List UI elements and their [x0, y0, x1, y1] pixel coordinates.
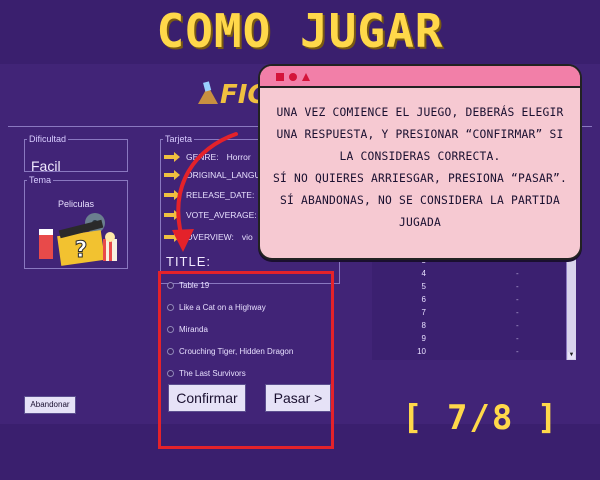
- page-title: COMO JUGAR: [156, 4, 444, 58]
- highlight-box: [158, 271, 334, 449]
- ranking-position: 5: [421, 282, 426, 291]
- ranking-position: 10: [417, 347, 426, 356]
- ranking-position: 9: [421, 334, 426, 343]
- ranking-row: 8 -: [372, 321, 562, 334]
- ranking-position: 7: [421, 308, 426, 317]
- instructions-text: UNA VEZ COMIENCE EL JUEGO, DEBERÁS ELEGI…: [272, 106, 568, 229]
- ranking-row: 4 -: [372, 269, 562, 282]
- ranking-row: 10 -: [372, 347, 562, 360]
- logo-icon: [198, 81, 218, 104]
- question-label: TITLE:: [166, 254, 212, 269]
- instructions-popup: UNA VEZ COMIENCE EL JUEGO, DEBERÁS ELEGI…: [258, 64, 582, 260]
- ranking-row: 6 -: [372, 295, 562, 308]
- popup-header: [260, 66, 580, 88]
- triangle-icon: [302, 73, 310, 81]
- ranking-row: 7 -: [372, 308, 562, 321]
- ranking-list: 3 - 4 - 5 - 6 - 7 - 8 - 9 - 10 -: [372, 250, 576, 360]
- ranking-score: -: [516, 321, 519, 330]
- ranking-score: -: [516, 295, 519, 304]
- dificultad-value: Facil: [31, 158, 61, 174]
- curved-arrow-icon: [172, 132, 238, 252]
- ranking-score: -: [516, 347, 519, 356]
- ranking-score: -: [516, 308, 519, 317]
- circle-icon: [289, 73, 297, 81]
- step-indicator: [ 7/8 ]: [402, 398, 560, 438]
- ranking-score: -: [516, 334, 519, 343]
- square-icon: [276, 73, 284, 81]
- abandon-button[interactable]: Abandonar: [24, 396, 76, 414]
- dificultad-legend: Dificultad: [29, 134, 67, 144]
- ranking-position: 4: [421, 269, 426, 278]
- svg-text:?: ?: [75, 238, 88, 263]
- dificultad-group: Dificultad Facil: [24, 134, 128, 174]
- tema-legend: Tema: [29, 175, 52, 185]
- ranking-score: -: [516, 269, 519, 278]
- tema-value: Peliculas: [57, 199, 95, 209]
- ranking-score: -: [516, 282, 519, 291]
- movies-icon: ?: [39, 213, 117, 266]
- ranking-row: 9 -: [372, 334, 562, 347]
- ranking-position: 6: [421, 295, 426, 304]
- scroll-down-icon[interactable]: ▼: [568, 352, 575, 359]
- ranking-scrollbar[interactable]: ▼: [566, 250, 576, 360]
- ranking-row: 5 -: [372, 282, 562, 295]
- tema-group: Tema Peliculas ?: [24, 175, 128, 269]
- ranking-position: 8: [421, 321, 426, 330]
